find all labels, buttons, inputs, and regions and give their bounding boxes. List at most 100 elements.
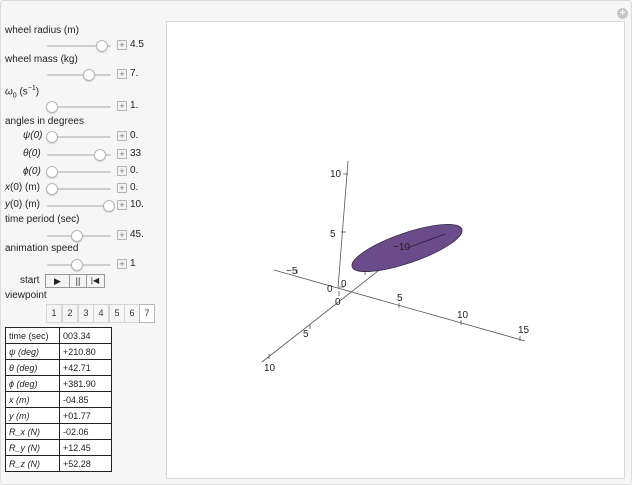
y0-label: y(0) (m) (5, 199, 40, 210)
readout-key: θ (deg) (5, 359, 60, 376)
wheel-mass-plus-icon[interactable]: + (117, 69, 127, 79)
readout-key: time (sec) (5, 327, 60, 344)
viewpoint-tab-6[interactable]: 6 (124, 304, 140, 323)
wheel-mass-slider-thumb[interactable] (83, 69, 95, 81)
time-period-plus-icon[interactable]: + (117, 230, 127, 240)
table-row: time (sec) 003.34 (5, 327, 112, 344)
viewpoint-tab-5[interactable]: 5 (109, 304, 125, 323)
psi-slider-thumb[interactable] (46, 131, 58, 143)
readout-value: +210.80 (59, 343, 112, 360)
wheel-radius-slider-thumb[interactable] (96, 40, 108, 52)
omega-unit-open: (s (16, 86, 28, 98)
y0-plus-icon[interactable]: + (117, 200, 127, 210)
readout-key: R_y (N) (5, 439, 60, 456)
table-row: y (m) +01.77 (5, 407, 112, 424)
table-row: R_y (N) +12.45 (5, 439, 112, 456)
y-tick-label: 0 (341, 279, 347, 290)
readout-value: +12.45 (59, 439, 112, 456)
angles-heading: angles in degrees (5, 116, 84, 127)
y-tick-label: 10 (264, 363, 276, 374)
z-axis-line (337, 160, 349, 289)
y0-label-rest: (0) (m) (10, 199, 40, 210)
psi-value: 0. (130, 130, 139, 141)
wheel-radius-plus-icon[interactable]: + (117, 40, 127, 50)
omega-symbol: ω (5, 86, 13, 98)
plot-3d[interactable]: 10 5 0 0 5 10 15 −5 0 5 10 −10 (166, 21, 625, 479)
psi-label: ψ(0) (23, 130, 43, 141)
viewpoint-tab-4[interactable]: 4 (93, 304, 109, 323)
y0-slider-thumb[interactable] (103, 200, 115, 212)
x0-label-rest: (0) (m) (10, 182, 40, 193)
wheel-radius-label: wheel radius (m) (5, 25, 79, 36)
time-period-value: 45. (130, 229, 144, 240)
play-icon: ▶ (54, 276, 61, 286)
omega-slider-thumb[interactable] (46, 101, 58, 113)
phi-slider-thumb[interactable] (46, 166, 58, 178)
pause-button[interactable]: || (70, 275, 87, 287)
y0-slider[interactable] (47, 205, 111, 207)
readout-value: +52.28 (59, 455, 112, 472)
readout-key: x (m) (5, 391, 60, 408)
viewpoint-tab-1[interactable]: 1 (46, 304, 62, 323)
y-tick-label: −5 (286, 266, 298, 277)
table-row: ϕ (deg) +381.90 (5, 375, 112, 392)
readout-value: -02.06 (59, 423, 112, 440)
omega-value: 1. (130, 100, 139, 111)
viewpoint-tab-2[interactable]: 2 (62, 304, 78, 323)
table-row: x (m) -04.85 (5, 391, 112, 408)
x0-label: x(0) (m) (5, 182, 40, 193)
theta-plus-icon[interactable]: + (117, 149, 127, 159)
reset-button[interactable]: |◀ (87, 275, 103, 287)
phi-value: 0. (130, 165, 139, 176)
animation-speed-label: animation speed (5, 243, 79, 254)
options-plus-icon[interactable]: + (617, 8, 628, 19)
plot-3d-svg: 10 5 0 0 5 10 15 −5 0 5 10 −10 (261, 160, 530, 374)
y0-value: 10. (130, 199, 144, 210)
table-row: R_z (N) +52.28 (5, 455, 112, 472)
wheel-mass-slider[interactable] (47, 74, 111, 76)
x-tick-label: 5 (397, 293, 403, 304)
viewpoint-tab-3[interactable]: 3 (78, 304, 94, 323)
viewpoint-label: viewpoint (5, 290, 47, 301)
omega-label: ω0 (s−1) (5, 85, 39, 99)
x0-slider-thumb[interactable] (46, 183, 58, 195)
omega-plus-icon[interactable]: + (117, 101, 127, 111)
readout-key: R_x (N) (5, 423, 60, 440)
readout-key: y (m) (5, 407, 60, 424)
readout-value: 003.34 (59, 327, 112, 344)
time-period-slider-thumb[interactable] (71, 230, 83, 242)
psi-plus-icon[interactable]: + (117, 131, 127, 141)
animation-speed-value: 1 (130, 258, 136, 269)
play-button[interactable]: ▶ (46, 275, 70, 287)
table-row: θ (deg) +42.71 (5, 359, 112, 376)
x0-plus-icon[interactable]: + (117, 183, 127, 193)
viewpoint-tab-7[interactable]: 7 (139, 304, 155, 323)
z-tick-label: 10 (330, 169, 342, 180)
theta-slider-thumb[interactable] (94, 149, 106, 161)
z-tick-label: 0 (327, 284, 333, 295)
omega-unit-exponent: −1 (27, 85, 36, 92)
x-tick-label: 10 (457, 310, 469, 321)
readout-key: ϕ (deg) (5, 375, 60, 392)
readout-value: +381.90 (59, 375, 112, 392)
readout-value: -04.85 (59, 391, 112, 408)
wheel-radius-value: 4.5 (130, 39, 144, 50)
readout-key: ψ (deg) (5, 343, 60, 360)
phi-plus-icon[interactable]: + (117, 166, 127, 176)
x-tick-label: 15 (518, 325, 530, 336)
readout-value: +01.77 (59, 407, 112, 424)
readout-table: time (sec) 003.34 ψ (deg) +210.80 θ (deg) +… (5, 327, 112, 472)
x-axis-line (273, 269, 526, 342)
y-tick-label: 5 (303, 329, 309, 340)
animation-speed-slider-thumb[interactable] (71, 259, 83, 271)
table-row: R_x (N) -02.06 (5, 423, 112, 440)
disk-axis-label: −10 (393, 242, 410, 253)
wheel-mass-value: 7. (130, 68, 139, 79)
animation-controls: ▶ || |◀ (45, 274, 105, 288)
x-tick-label: 0 (335, 297, 341, 308)
time-period-label: time period (sec) (5, 214, 80, 225)
animation-speed-plus-icon[interactable]: + (117, 259, 127, 269)
table-row: ψ (deg) +210.80 (5, 343, 112, 360)
omega-unit-close: ) (35, 86, 40, 98)
reset-icon: |◀ (90, 276, 100, 285)
